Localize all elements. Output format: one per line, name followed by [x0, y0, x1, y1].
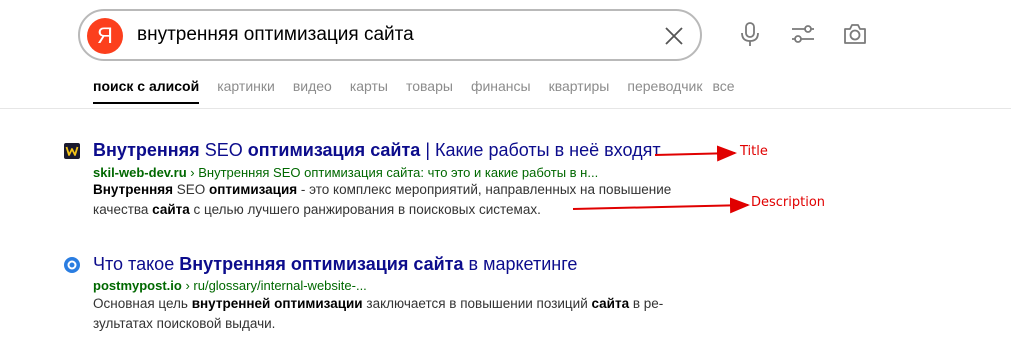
title-arrow [654, 145, 737, 162]
title-annotation-label: Title [740, 144, 768, 159]
annotation-overlay [572, 145, 750, 214]
description-annotation-label: Description [751, 195, 826, 210]
description-arrow [572, 197, 750, 214]
